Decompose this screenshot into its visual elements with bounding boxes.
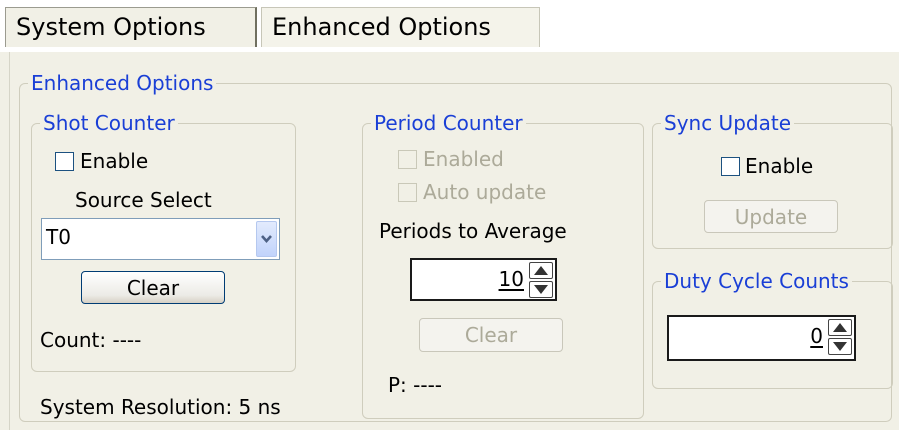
spin-down-button[interactable] (529, 281, 553, 298)
shot-counter-clear-button[interactable]: Clear (81, 271, 225, 304)
spin-up-button[interactable] (529, 262, 553, 279)
period-enabled-checkbox[interactable] (398, 150, 417, 169)
source-select-combobox[interactable]: T0 (41, 218, 280, 260)
arrow-up-icon (833, 323, 847, 332)
spin-down-button[interactable] (828, 338, 852, 355)
group-legend: Sync Update (664, 111, 791, 135)
arrow-up-icon (534, 266, 548, 275)
group-legend: Duty Cycle Counts (664, 269, 849, 293)
group-legend: Period Counter (374, 111, 523, 135)
source-select-value: T0 (46, 225, 71, 249)
auto-update-label: Auto update (423, 180, 547, 204)
group-legend: Shot Counter (43, 111, 175, 135)
tab-system-options[interactable]: System Options (5, 7, 257, 47)
arrow-down-icon (833, 342, 847, 351)
tab-strip: System Options Enhanced Options (0, 0, 899, 52)
dropdown-button[interactable] (256, 221, 277, 257)
periods-to-average-spinner[interactable]: 10 (410, 258, 557, 301)
auto-update-checkbox[interactable] (398, 183, 417, 202)
sync-update-enable-checkbox[interactable] (721, 157, 740, 176)
source-select-label: Source Select (75, 188, 212, 212)
chevron-down-icon (261, 235, 272, 243)
sync-update-button[interactable]: Update (704, 200, 838, 233)
period-counter-clear-button[interactable]: Clear (419, 318, 563, 352)
spin-up-button[interactable] (828, 319, 852, 336)
shot-counter-enable-checkbox[interactable] (55, 152, 74, 171)
tab-enhanced-options[interactable]: Enhanced Options (261, 7, 540, 47)
group-legend: Enhanced Options (31, 71, 214, 95)
shot-count-text: Count: ---- (40, 328, 142, 352)
duty-cycle-spinner[interactable]: 0 (667, 315, 856, 361)
period-enabled-label: Enabled (423, 147, 504, 171)
periods-to-average-label: Periods to Average (379, 219, 567, 243)
duty-cycle-value: 0 (810, 324, 823, 348)
sync-update-enable-label: Enable (745, 154, 814, 178)
system-resolution-text: System Resolution: 5 ns (40, 395, 281, 419)
tab-panel: Enhanced Options Shot Counter Enable Sou… (9, 52, 899, 430)
shot-counter-enable-label: Enable (80, 149, 149, 173)
arrow-down-icon (534, 285, 548, 294)
periods-to-average-value: 10 (498, 267, 524, 291)
period-p-text: P: ---- (388, 373, 443, 397)
